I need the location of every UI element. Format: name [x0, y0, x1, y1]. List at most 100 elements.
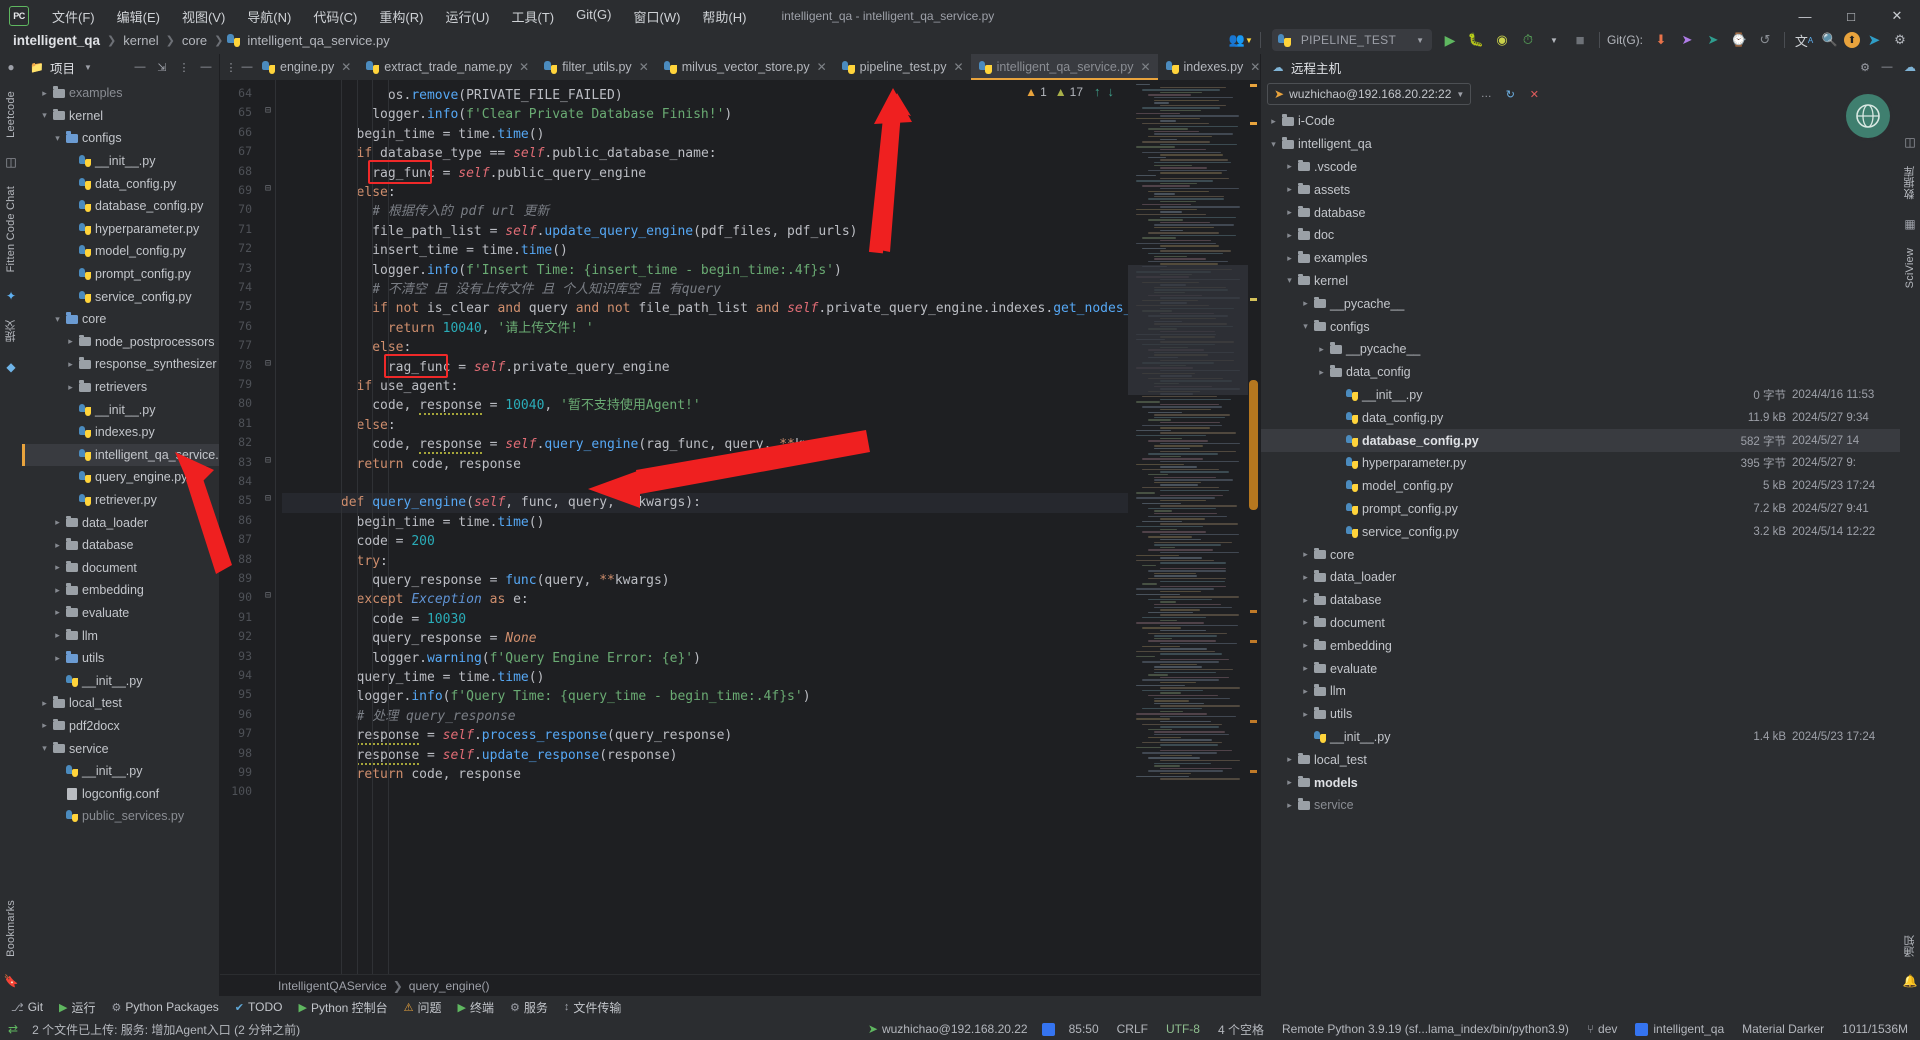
close-connection-icon[interactable]: ✕ — [1525, 85, 1543, 103]
bookmark-icon[interactable]: 🔖 — [2, 972, 20, 990]
project-tree-row[interactable]: __init__.py — [22, 150, 219, 173]
code-line[interactable]: if database_type == self.public_database… — [282, 144, 717, 163]
project-tree[interactable]: ▸ examples ▾ kernel ▾ configs __init__.py data_… — [22, 80, 219, 996]
tree-twisty-icon[interactable]: ▸ — [38, 88, 51, 99]
project-tree-row[interactable]: ▸ embedding — [22, 579, 219, 602]
bottom-toolwindow-git[interactable]: ⎇ Git — [4, 998, 50, 1016]
remote-tree-row[interactable]: ▸ database — [1261, 589, 1900, 612]
code-line[interactable]: code = 200 — [282, 532, 435, 551]
error-stripe[interactable] — [1248, 80, 1260, 996]
editor-tab-3[interactable]: milvus_vector_store.py ✕ — [656, 54, 834, 80]
more-options-icon[interactable]: ⋮ — [175, 58, 193, 76]
tree-twisty-icon[interactable]: ▸ — [1299, 617, 1312, 628]
project-tree-row[interactable]: database_config.py — [22, 195, 219, 218]
status-line-separator[interactable]: CRLF — [1113, 1022, 1152, 1036]
code-line[interactable]: rag_func = self.public_query_engine — [282, 164, 646, 183]
tree-twisty-icon[interactable]: ▸ — [1299, 663, 1312, 674]
project-tree-row[interactable]: query_engine.py — [22, 466, 219, 489]
git-push-icon[interactable]: ➤ — [1675, 28, 1699, 52]
tree-twisty-icon[interactable]: ▸ — [1315, 344, 1328, 355]
hide-editor-icon[interactable]: — — [240, 60, 254, 74]
breadcrumb-method[interactable]: query_engine() — [409, 979, 490, 993]
run-configuration-selector[interactable]: PIPELINE_TEST ▼ — [1271, 29, 1432, 51]
tree-twisty-icon[interactable]: ▸ — [51, 630, 64, 641]
project-tree-row[interactable]: public_services.py — [22, 805, 219, 828]
remote-tree-row[interactable]: ▸ __pycache__ — [1261, 338, 1900, 361]
breadcrumb-class[interactable]: IntelligentQAService — [278, 979, 387, 993]
tree-twisty-icon[interactable]: ▾ — [1267, 139, 1280, 150]
project-tree-row[interactable]: ▸ evaluate — [22, 602, 219, 625]
tree-twisty-icon[interactable]: ▸ — [1299, 572, 1312, 583]
remote-tree-row[interactable]: model_config.py 5 kB 2024/5/23 17:24 — [1261, 475, 1900, 498]
tree-twisty-icon[interactable]: ▸ — [51, 517, 64, 528]
rail-item-database[interactable]: 数据库 — [1902, 158, 1918, 208]
code-line[interactable]: code = 10030 — [282, 610, 466, 629]
project-tree-row[interactable]: retriever.py — [22, 489, 219, 512]
project-tree-row[interactable]: ▸ examples — [22, 82, 219, 105]
rail-item-bookmarks[interactable]: Bookmarks — [5, 892, 17, 965]
project-tree-row[interactable]: ▸ llm — [22, 624, 219, 647]
project-tree-row[interactable]: ▸ response_synthesizer — [22, 353, 219, 376]
error-stripe-mark[interactable] — [1250, 84, 1257, 87]
debug-icon[interactable]: 🐛 — [1464, 28, 1488, 52]
remote-tree-row[interactable]: service_config.py 3.2 kB 2024/5/14 12:22 — [1261, 520, 1900, 543]
remote-tree-row[interactable]: ▸ utils — [1261, 703, 1900, 726]
tree-twisty-icon[interactable]: ▸ — [51, 607, 64, 618]
close-tab-icon[interactable]: ✕ — [1140, 60, 1150, 74]
tree-twisty-icon[interactable]: ▾ — [38, 743, 51, 754]
code-line[interactable] — [282, 474, 294, 493]
error-stripe-mark[interactable] — [1250, 770, 1257, 773]
error-stripe-mark[interactable] — [1250, 298, 1257, 301]
error-stripe-mark[interactable] — [1250, 640, 1257, 643]
remote-tree-row[interactable]: ▸ data_loader — [1261, 566, 1900, 589]
remote-tree-row[interactable]: ▸ service — [1261, 794, 1900, 817]
hide-panel-icon[interactable]: — — [197, 58, 215, 76]
code-line[interactable]: # 根据传入的 pdf url 更新 — [282, 202, 549, 221]
remote-tree-row[interactable]: ▸ examples — [1261, 247, 1900, 270]
tree-twisty-icon[interactable]: ▸ — [1283, 184, 1296, 195]
ide-assistant-icon[interactable]: ➤ — [1862, 28, 1886, 52]
tree-twisty-icon[interactable]: ▸ — [64, 359, 77, 370]
code-fold-icon[interactable]: ⊟ — [265, 105, 271, 116]
locate-file-icon[interactable]: ⇲ — [153, 58, 171, 76]
breadcrumb-core[interactable]: core — [179, 32, 210, 49]
remote-tree-row[interactable]: ▾ intelligent_qa — [1261, 133, 1900, 156]
remote-tree-row[interactable]: ▸ i-Code — [1261, 110, 1900, 133]
tree-twisty-icon[interactable]: ▸ — [1299, 595, 1312, 606]
project-tree-row[interactable]: ▸ document — [22, 556, 219, 579]
tree-twisty-icon[interactable]: ▸ — [1299, 298, 1312, 309]
project-tree-row[interactable]: __init__.py — [22, 398, 219, 421]
editor-scrollbar-thumb[interactable] — [1249, 380, 1258, 510]
remote-tree-row[interactable]: ▸ doc — [1261, 224, 1900, 247]
inspections-widget[interactable]: ▲ 1 ▲ 17 ↑ ↓ — [1025, 84, 1114, 99]
coverage-icon[interactable]: ◉ — [1490, 28, 1514, 52]
remote-tree-row[interactable]: ▸ models — [1261, 771, 1900, 794]
error-stripe-mark[interactable] — [1250, 720, 1257, 723]
git-rollback-icon[interactable]: ↺ — [1753, 28, 1777, 52]
tree-twisty-icon[interactable]: ▸ — [51, 562, 64, 573]
code-line[interactable]: if use_agent: — [282, 377, 459, 396]
remote-tree-row[interactable]: ▸ __pycache__ — [1261, 292, 1900, 315]
tree-twisty-icon[interactable]: ▾ — [38, 110, 51, 121]
code-line[interactable]: begin_time = time.time() — [282, 125, 545, 144]
remote-tree-row[interactable]: hyperparameter.py 395 字节 2024/5/27 9: — [1261, 452, 1900, 475]
remote-tree-row[interactable]: ▸ database — [1261, 201, 1900, 224]
code-line[interactable]: # 处理 query_response — [282, 707, 516, 726]
code-content[interactable]: os.remove(PRIVATE_FILE_FAILED) logger.inf… — [282, 80, 1128, 996]
bottom-toolwindow-python-packages[interactable]: ⚙ Python Packages — [105, 998, 226, 1016]
tree-twisty-icon[interactable]: ▸ — [51, 653, 64, 664]
ai-icon[interactable]: ✦ — [2, 287, 20, 305]
project-tree-row[interactable]: logconfig.conf — [22, 782, 219, 805]
tree-twisty-icon[interactable]: ▸ — [1283, 754, 1296, 765]
project-tree-row[interactable]: ▾ service — [22, 737, 219, 760]
leetcode-icon[interactable]: ● — [2, 58, 20, 76]
database-icon[interactable]: ◫ — [1901, 133, 1919, 151]
tree-twisty-icon[interactable]: ▸ — [1315, 367, 1328, 378]
close-tab-icon[interactable]: ✕ — [519, 60, 529, 74]
project-tree-row[interactable]: intelligent_qa_service.py — [22, 443, 219, 467]
breadcrumb-kernel[interactable]: kernel — [120, 32, 161, 49]
line-number-gutter[interactable]: 64 65 ⊟ 66 67 68 69 ⊟ 70 71 72 73 74 75 76 77 78 ⊟ 79 80 81 8… — [220, 80, 282, 996]
code-line[interactable]: return code, response — [282, 765, 521, 784]
project-tree-row[interactable]: __init__.py — [22, 760, 219, 783]
rail-item-sciview[interactable]: SciView — [1904, 240, 1916, 296]
